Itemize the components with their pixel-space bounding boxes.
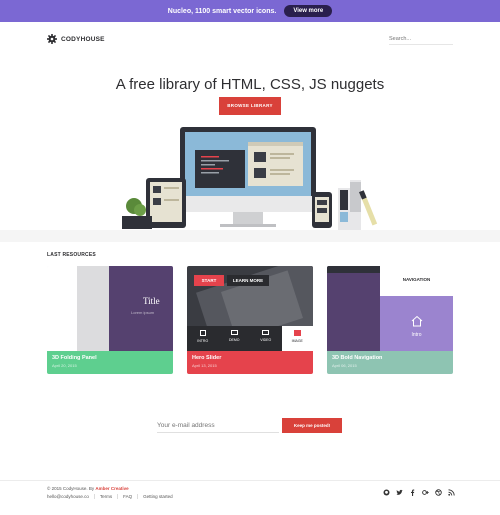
hero-title: A free library of HTML, CSS, JS nuggets [115,76,385,93]
card-preview: START LEARN MORE INTRO DEMO VIDEO IMAGE [187,266,313,374]
card-preview: Title Lorem ipsum [47,266,173,351]
resource-card-bold-navigation[interactable]: NAVIGATION Intro 3D Bold Navigation Apri… [327,266,453,374]
card-date: April 06, 2015 [332,363,357,368]
nav-demo-label: DEMO [229,338,240,342]
nav-image[interactable]: IMAGE [281,326,313,351]
codyhouse-logo-icon [47,34,57,44]
browse-library-button[interactable]: BROWSE LIBRARY [219,97,281,115]
email-field[interactable] [157,419,279,433]
card-footer: 3D Bold Navigation April 06, 2015 [327,351,453,374]
footer-link-email[interactable]: hello@codyhouse.co [47,494,94,499]
nav-image-label: IMAGE [291,339,303,343]
subscribe-button[interactable]: Keep me posted! [282,418,342,433]
dribbble-icon[interactable] [435,489,442,496]
nav-video[interactable]: VIDEO [250,326,282,351]
social-links [383,489,455,496]
promo-banner: Nucleo, 1100 smart vector icons. View mo… [0,0,500,22]
card-title: 3D Bold Navigation [332,355,383,361]
github-icon[interactable] [383,489,390,496]
demo-icon [230,330,238,335]
start-button[interactable]: START [194,275,224,286]
card-footer: 3D Folding Panel April 20, 2015 [47,351,173,374]
card-footer: Hero Slider April 13, 2015 [187,351,313,374]
navigation-label[interactable]: NAVIGATION [380,277,453,282]
footer-link-getting-started[interactable]: Getting started [137,494,178,499]
google-plus-icon[interactable] [422,489,429,496]
preview-subtitle: Lorem ipsum [131,310,155,315]
nav-video-label: VIDEO [260,338,272,342]
devices-illustration [122,127,378,230]
card-date: April 20, 2015 [52,363,77,368]
intro-label: Intro [411,332,422,338]
search-input[interactable] [389,34,453,45]
banner-text: Nucleo, 1100 smart vector icons. [167,7,277,15]
card-title: 3D Folding Panel [52,355,97,361]
logo[interactable]: CODYHOUSE [47,34,105,44]
resource-card-folding-panel[interactable]: Title Lorem ipsum 3D Folding Panel April… [47,266,173,374]
preview-title: Title [143,296,160,306]
slider-nav: INTRO DEMO VIDEO IMAGE [187,326,313,351]
learn-more-button[interactable]: LEARN MORE [227,275,269,286]
nav-intro-label: INTRO [197,339,209,343]
footer-links: hello@codyhouse.co Terms FAQ Getting sta… [47,494,178,499]
site-header: CODYHOUSE [0,22,500,56]
view-more-button[interactable]: View more [284,5,333,17]
footer-link-terms[interactable]: Terms [93,494,117,499]
twitter-icon[interactable] [396,489,403,496]
footer-copyright: © 2015 CodyHouse. By Amber Creative [47,486,129,491]
facebook-icon[interactable] [409,489,416,496]
resource-card-hero-slider[interactable]: START LEARN MORE INTRO DEMO VIDEO IMAGE … [187,266,313,374]
copyright-text: © 2015 CodyHouse. By [47,486,95,491]
rss-icon[interactable] [448,489,455,496]
footer-divider [0,480,500,481]
home-icon [411,315,423,327]
card-preview: NAVIGATION Intro [327,266,453,351]
intro-icon [199,330,206,336]
logo-text: CODYHOUSE [61,35,105,43]
image-icon [293,330,301,336]
video-icon [262,330,270,335]
footer-link-faq[interactable]: FAQ [117,494,137,499]
card-title: Hero Slider [192,355,222,361]
nav-demo[interactable]: DEMO [219,326,251,351]
nav-intro[interactable]: INTRO [187,326,219,351]
section-title: LAST RESOURCES [47,252,96,258]
author-link[interactable]: Amber Creative [95,486,128,491]
card-date: April 13, 2015 [192,363,217,368]
